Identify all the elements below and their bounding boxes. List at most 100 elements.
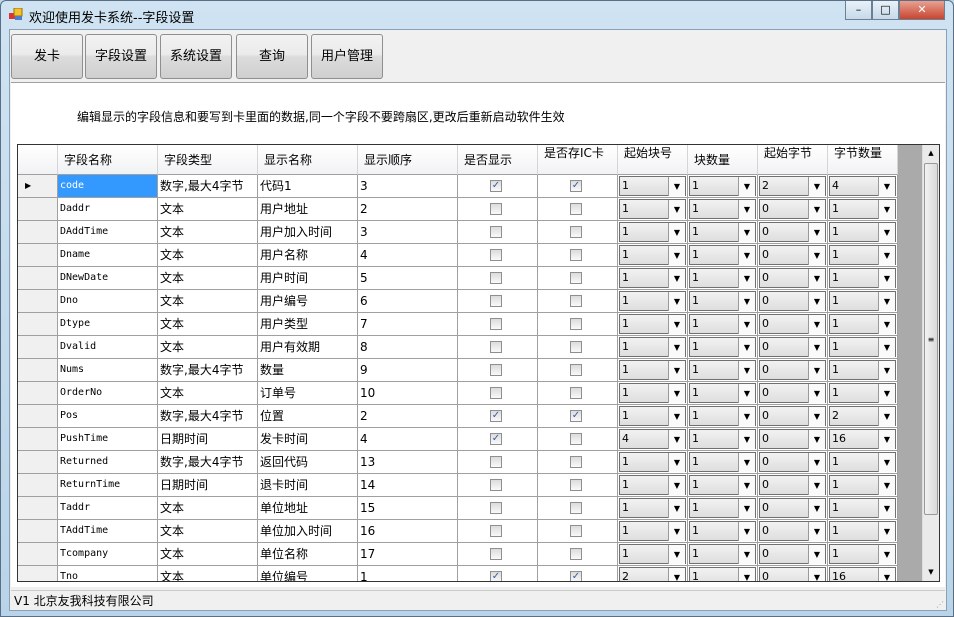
chevron-down-icon[interactable]: ▼ — [668, 246, 685, 265]
grid-cell[interactable]: 退卡时间 — [258, 474, 358, 497]
combo-box[interactable]: 1▼ — [689, 199, 756, 219]
chevron-down-icon[interactable]: ▼ — [808, 269, 825, 288]
chevron-down-icon[interactable]: ▼ — [738, 568, 755, 582]
grid-cell[interactable]: 1▼ — [688, 451, 758, 474]
grid-cell[interactable] — [538, 474, 618, 497]
chevron-down-icon[interactable]: ▼ — [878, 200, 895, 219]
chevron-down-icon[interactable]: ▼ — [878, 499, 895, 518]
grid-cell[interactable]: 1▼ — [688, 566, 758, 582]
grid-cell[interactable]: 16 — [358, 520, 458, 543]
grid-cell[interactable]: 日期时间 — [158, 428, 258, 451]
chevron-down-icon[interactable]: ▼ — [668, 269, 685, 288]
grid-cell[interactable]: 文本 — [158, 382, 258, 405]
grid-cell[interactable] — [458, 543, 538, 566]
combo-box[interactable]: 0▼ — [759, 521, 826, 541]
chevron-down-icon[interactable]: ▼ — [668, 407, 685, 426]
column-header[interactable]: 字段名称 — [58, 145, 158, 175]
row-header[interactable] — [18, 497, 58, 520]
close-button[interactable]: ✕ — [899, 1, 945, 20]
combo-box[interactable]: 1▼ — [619, 452, 686, 472]
grid-cell[interactable]: Daddr — [58, 198, 158, 221]
grid-cell[interactable]: 用户有效期 — [258, 336, 358, 359]
field-grid[interactable]: ▲ ≡ ▼ 字段名称字段类型显示名称显示顺序是否显示是否存IC卡起始块号块数量起… — [17, 144, 940, 582]
tab-system-settings[interactable]: 系统设置 — [160, 34, 232, 79]
grid-cell[interactable]: PushTime — [58, 428, 158, 451]
combo-box[interactable]: 0▼ — [759, 475, 826, 495]
chevron-down-icon[interactable]: ▼ — [878, 430, 895, 449]
grid-cell[interactable]: 0▼ — [758, 451, 828, 474]
grid-cell[interactable]: 7 — [358, 313, 458, 336]
grid-cell[interactable]: TAddTime — [58, 520, 158, 543]
grid-cell[interactable] — [538, 267, 618, 290]
grid-cell[interactable]: 2▼ — [828, 405, 898, 428]
checkbox-checked[interactable]: ✓ — [490, 410, 502, 422]
chevron-down-icon[interactable]: ▼ — [738, 407, 755, 426]
vertical-scrollbar[interactable]: ▲ ≡ ▼ — [922, 145, 939, 581]
checkbox-unchecked[interactable] — [570, 295, 582, 307]
column-header[interactable]: 显示顺序 — [358, 145, 458, 175]
combo-box[interactable]: 1▼ — [829, 337, 896, 357]
chevron-down-icon[interactable]: ▼ — [738, 269, 755, 288]
combo-box[interactable]: 1▼ — [829, 222, 896, 242]
grid-cell[interactable] — [458, 313, 538, 336]
grid-cell[interactable]: 1▼ — [618, 474, 688, 497]
grid-cell[interactable]: 文本 — [158, 313, 258, 336]
grid-cell[interactable]: ✓ — [538, 405, 618, 428]
chevron-down-icon[interactable]: ▼ — [878, 223, 895, 242]
chevron-down-icon[interactable]: ▼ — [738, 499, 755, 518]
grid-cell[interactable]: DAddTime — [58, 221, 158, 244]
checkbox-unchecked[interactable] — [570, 456, 582, 468]
chevron-down-icon[interactable]: ▼ — [878, 315, 895, 334]
grid-cell[interactable]: 文本 — [158, 336, 258, 359]
chevron-down-icon[interactable]: ▼ — [808, 430, 825, 449]
grid-cell[interactable]: 1▼ — [828, 290, 898, 313]
combo-box[interactable]: 1▼ — [619, 360, 686, 380]
checkbox-unchecked[interactable] — [570, 249, 582, 261]
chevron-down-icon[interactable]: ▼ — [668, 476, 685, 495]
tab-user-management[interactable]: 用户管理 — [311, 34, 383, 79]
grid-cell[interactable]: 15 — [358, 497, 458, 520]
grid-cell[interactable]: Tcompany — [58, 543, 158, 566]
grid-cell[interactable]: 0▼ — [758, 244, 828, 267]
checkbox-unchecked[interactable] — [490, 548, 502, 560]
checkbox-unchecked[interactable] — [570, 479, 582, 491]
grid-cell[interactable]: 13 — [358, 451, 458, 474]
combo-box[interactable]: 1▼ — [689, 314, 756, 334]
grid-cell[interactable]: 0▼ — [758, 497, 828, 520]
grid-cell[interactable]: 文本 — [158, 221, 258, 244]
combo-box[interactable]: 1▼ — [829, 199, 896, 219]
checkbox-unchecked[interactable] — [570, 226, 582, 238]
chevron-down-icon[interactable]: ▼ — [668, 223, 685, 242]
grid-cell[interactable]: ReturnTime — [58, 474, 158, 497]
chevron-down-icon[interactable]: ▼ — [808, 315, 825, 334]
grid-cell[interactable]: 1▼ — [828, 474, 898, 497]
checkbox-checked[interactable]: ✓ — [570, 410, 582, 422]
combo-box[interactable]: 0▼ — [759, 291, 826, 311]
grid-cell[interactable]: Dno — [58, 290, 158, 313]
grid-cell[interactable]: 订单号 — [258, 382, 358, 405]
grid-cell[interactable]: 数字,最大4字节 — [158, 405, 258, 428]
grid-cell[interactable]: 1▼ — [828, 244, 898, 267]
checkbox-unchecked[interactable] — [490, 318, 502, 330]
grid-cell[interactable]: 0▼ — [758, 198, 828, 221]
combo-box[interactable]: 1▼ — [689, 521, 756, 541]
grid-cell[interactable]: 10 — [358, 382, 458, 405]
grid-cell[interactable]: 单位加入时间 — [258, 520, 358, 543]
row-header[interactable] — [18, 566, 58, 582]
grid-cell[interactable] — [458, 198, 538, 221]
combo-box[interactable]: 1▼ — [829, 245, 896, 265]
grid-cell[interactable]: 1▼ — [618, 543, 688, 566]
chevron-down-icon[interactable]: ▼ — [668, 292, 685, 311]
checkbox-unchecked[interactable] — [490, 341, 502, 353]
combo-box[interactable]: 1▼ — [829, 291, 896, 311]
combo-box[interactable]: 0▼ — [759, 429, 826, 449]
grid-cell[interactable]: 1▼ — [688, 221, 758, 244]
grid-cell[interactable]: 1▼ — [688, 290, 758, 313]
chevron-down-icon[interactable]: ▼ — [808, 545, 825, 564]
grid-cell[interactable]: Dvalid — [58, 336, 158, 359]
grid-cell[interactable]: Dname — [58, 244, 158, 267]
checkbox-checked[interactable]: ✓ — [490, 433, 502, 445]
combo-box[interactable]: 0▼ — [759, 199, 826, 219]
grid-cell[interactable]: 数量 — [258, 359, 358, 382]
grid-cell[interactable]: 6 — [358, 290, 458, 313]
